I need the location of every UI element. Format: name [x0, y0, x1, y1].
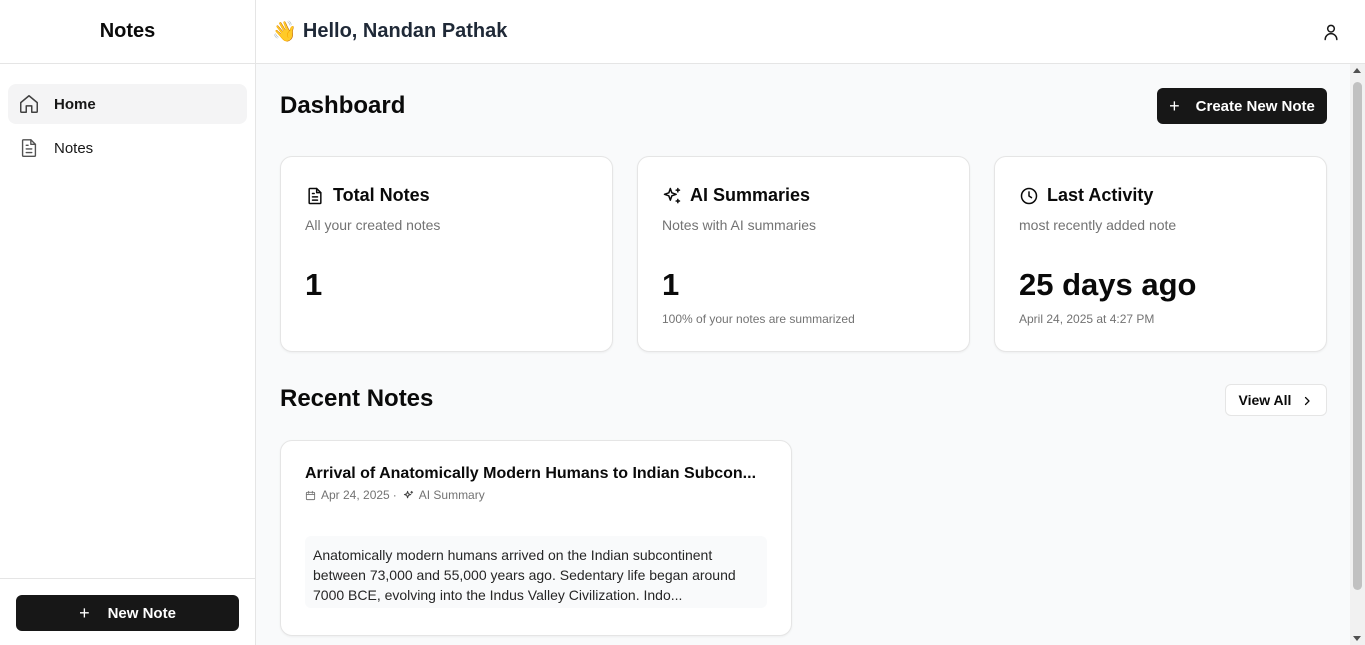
create-new-note-label: Create New Note: [1195, 97, 1315, 115]
chevron-right-icon: [1301, 394, 1313, 406]
stat-card-ai-summaries: AI Summaries Notes with AI summaries 1 1…: [637, 156, 970, 352]
new-note-button[interactable]: + New Note: [16, 595, 239, 631]
meta-separator: ·: [392, 488, 397, 502]
sidebar-item-label: Home: [54, 95, 96, 113]
greeting: 👋 Hello, Nandan Pathak: [272, 19, 507, 44]
file-text-icon: [305, 186, 325, 206]
note-summary: Anatomically modern humans arrived on th…: [305, 536, 767, 608]
main-content: Dashboard + Create New Note Total Notes …: [256, 64, 1365, 645]
stat-card-last-activity: Last Activity most recently added note 2…: [994, 156, 1327, 352]
card-title-text: Last Activity: [1047, 185, 1154, 205]
home-icon: [18, 93, 40, 115]
plus-icon: +: [79, 603, 90, 623]
page-title: Dashboard: [280, 92, 406, 119]
clock-icon: [1019, 186, 1039, 206]
sidebar-item-home[interactable]: Home: [8, 84, 247, 124]
note-meta: Apr 24, 2025 · AI Summary: [305, 488, 485, 502]
sidebar: Notes Home Notes + New Note: [0, 0, 256, 645]
card-title: Total Notes: [305, 185, 430, 206]
sidebar-header: Notes: [0, 0, 255, 64]
scrollbar[interactable]: [1350, 64, 1365, 645]
calendar-icon: [305, 490, 316, 501]
card-value: 1: [662, 267, 680, 302]
note-card[interactable]: Arrival of Anatomically Modern Humans to…: [280, 440, 792, 636]
stat-card-total-notes: Total Notes All your created notes 1: [280, 156, 613, 352]
user-icon[interactable]: [1321, 22, 1341, 42]
wave-emoji: 👋: [272, 21, 297, 43]
document-icon: [18, 137, 40, 159]
greeting-text: Hello, Nandan Pathak: [302, 20, 508, 42]
recent-notes-title: Recent Notes: [280, 385, 434, 412]
scroll-down-arrow-icon[interactable]: [1353, 636, 1361, 641]
card-value: 1: [305, 267, 323, 302]
sparkles-icon: [662, 186, 682, 206]
card-title-text: AI Summaries: [690, 185, 811, 205]
card-title: Last Activity: [1019, 185, 1153, 206]
view-all-button[interactable]: View All: [1225, 384, 1327, 416]
card-title-text: Total Notes: [333, 185, 430, 205]
card-title: AI Summaries: [662, 185, 810, 206]
sparkles-icon: [403, 490, 414, 501]
card-subtext: April 24, 2025 at 4:27 PM: [1019, 312, 1155, 326]
create-new-note-button[interactable]: + Create New Note: [1157, 88, 1327, 124]
plus-icon: +: [1169, 96, 1180, 116]
card-subtext: 100% of your notes are summarized: [662, 312, 855, 326]
view-all-label: View All: [1238, 392, 1292, 408]
sidebar-nav: Home Notes: [0, 64, 255, 168]
card-description: most recently added note: [1019, 217, 1177, 233]
new-note-label: New Note: [107, 604, 176, 622]
card-description: All your created notes: [305, 217, 441, 233]
topbar: 👋 Hello, Nandan Pathak: [256, 0, 1365, 64]
app-title: Notes: [99, 20, 156, 42]
note-date: Apr 24, 2025: [321, 488, 390, 502]
ai-summary-badge: AI Summary: [418, 488, 485, 502]
card-description: Notes with AI summaries: [662, 217, 817, 233]
scroll-up-arrow-icon[interactable]: [1353, 68, 1361, 73]
card-value: 25 days ago: [1019, 267, 1197, 302]
sidebar-item-notes[interactable]: Notes: [8, 128, 247, 168]
note-title: Arrival of Anatomically Modern Humans to…: [305, 465, 757, 482]
sidebar-footer: + New Note: [0, 578, 255, 645]
scrollbar-thumb[interactable]: [1353, 82, 1362, 590]
sidebar-item-label: Notes: [54, 139, 94, 157]
